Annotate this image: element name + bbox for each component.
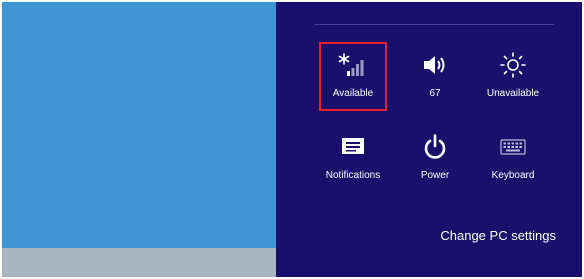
- notifications-icon: [315, 134, 391, 160]
- brightness-label: Unavailable: [486, 88, 540, 99]
- settings-charm-panel: Available 67 Unavailable Notifications P…: [276, 2, 582, 277]
- brightness-tile[interactable]: Unavailable: [475, 44, 551, 106]
- brightness-icon: [475, 52, 551, 78]
- power-icon: [397, 134, 473, 160]
- keyboard-label: Keyboard: [491, 170, 535, 181]
- power-tile[interactable]: Power: [397, 126, 473, 188]
- volume-tile[interactable]: 67: [397, 44, 473, 106]
- network-highlight-box: [319, 42, 387, 111]
- taskbar: [2, 248, 276, 277]
- notifications-tile[interactable]: Notifications: [315, 126, 391, 188]
- keyboard-tile[interactable]: Keyboard: [475, 126, 551, 188]
- volume-icon: [397, 52, 473, 78]
- desktop-background: [2, 2, 276, 277]
- keyboard-icon: [475, 134, 551, 160]
- screen: Available 67 Unavailable Notifications P…: [2, 2, 582, 277]
- charm-divider: [314, 24, 554, 25]
- change-pc-settings-link[interactable]: Change PC settings: [440, 228, 556, 243]
